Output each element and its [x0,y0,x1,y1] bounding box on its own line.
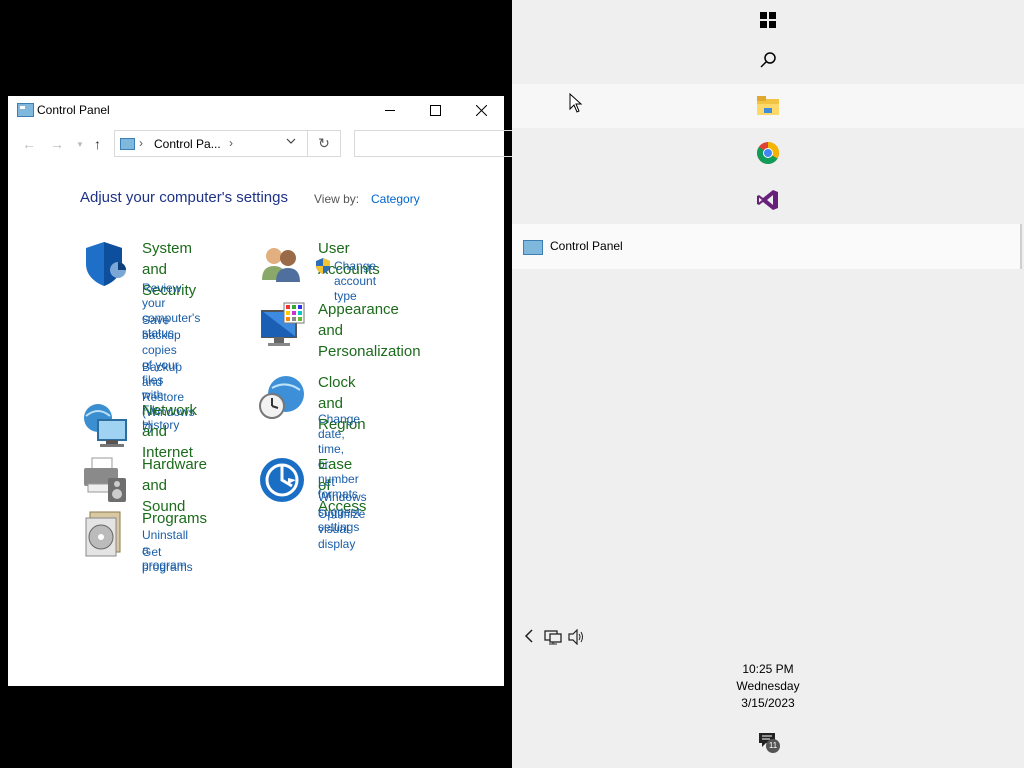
users-icon [262,248,300,282]
control-panel-icon [120,138,135,150]
programs-title[interactable]: Programs [142,508,207,529]
minimize-icon [384,109,395,111]
search-input[interactable] [354,130,514,157]
notification-count-badge: 11 [766,739,780,753]
breadcrumb-chevron-icon[interactable]: › [229,136,233,150]
view-by-dropdown[interactable]: Category [371,192,420,206]
clock-time[interactable]: 10:25 PM [708,662,828,676]
change-account-line1[interactable]: Change account [334,259,376,289]
hardware-title-line1[interactable]: Hardware and [142,454,207,496]
appearance-title-line1[interactable]: Appearance [318,299,421,320]
minimize-button[interactable] [367,96,413,124]
system-security-title-line1[interactable]: System and [142,238,196,280]
clock-title-line1[interactable]: Clock and [318,372,366,414]
appearance-title-line2[interactable]: and [318,320,421,341]
windows-start-icon[interactable] [756,8,780,32]
network-title-line1[interactable]: Network and [142,400,197,442]
up-arrow-icon[interactable]: ↑ [94,136,101,152]
close-button[interactable] [458,96,504,124]
change-date-line1[interactable]: Change date, time, [318,412,360,457]
clock-day[interactable]: Wednesday [708,679,828,693]
visual-studio-icon[interactable] [756,188,780,212]
ease-of-access-icon [260,458,304,502]
programs-link[interactable]: Programs [142,508,207,529]
printer-icon [84,457,126,502]
view-by-label: View by: [314,192,360,206]
navigation-bar: ← → ▼ ↑ › Control Pa... › ↻ [8,129,514,159]
control-panel-window: Control Panel ← → ▼ ↑ › Control Pa... › … [8,96,514,686]
get-programs-link[interactable]: Get programs [142,545,193,575]
optimize-display-link[interactable]: Optimize visual display [318,507,365,552]
network-globe-icon [84,404,127,447]
volume-icon[interactable] [568,628,586,648]
clock-globe-icon [259,376,304,419]
window-title: Control Panel [37,103,110,117]
file-explorer-icon[interactable] [756,94,780,118]
title-bar[interactable]: Control Panel [8,96,504,124]
network-icon[interactable] [544,629,562,648]
search-icon[interactable] [756,48,780,72]
change-account-type-link[interactable]: Change account type [334,259,376,304]
taskbar-panel: Control Panel 10:25 PM Wednesday 3/15/20… [512,0,1024,768]
notifications-button[interactable]: 11 [758,730,784,754]
backup-restore-line1[interactable]: Backup and Restore [142,360,195,405]
appearance-link[interactable]: Appearance and Personalization [318,299,421,362]
mouse-cursor-icon [569,93,583,113]
optimize-line2[interactable]: display [318,537,365,552]
appearance-monitor-icon [261,302,305,346]
programs-disc-icon [85,511,121,557]
appearance-title-line3[interactable]: Personalization [318,341,421,362]
control-panel-icon [523,240,543,255]
let-windows-line1[interactable]: Let Windows [318,475,367,505]
optimize-line1[interactable]: Optimize visual [318,507,365,537]
uac-shield-icon [316,258,330,274]
back-arrow-icon[interactable]: ← [22,136,36,152]
forward-arrow-icon[interactable]: → [50,136,64,152]
chrome-icon[interactable] [756,141,780,165]
file-history-line1[interactable]: Save backup copies [142,313,181,358]
maximize-button[interactable] [412,96,458,124]
page-title: Adjust your computer's settings [80,189,288,206]
close-icon [475,104,487,116]
address-bar[interactable]: › Control Pa... › [114,130,308,157]
clock-date[interactable]: 3/15/2023 [708,696,828,710]
breadcrumb-control-panel[interactable]: Control Pa... [154,137,221,151]
maximize-icon [429,104,441,116]
review-status-line1[interactable]: Review your [142,281,200,311]
taskbar-item-label: Control Panel [550,239,623,253]
scrollbar[interactable] [1020,224,1022,269]
refresh-button[interactable]: ↻ [308,130,341,157]
breadcrumb-chevron-icon[interactable]: › [139,136,143,150]
shield-icon [86,242,126,286]
chevron-down-icon[interactable] [286,136,296,149]
recent-locations-chevron-icon[interactable]: ▼ [76,140,84,149]
chevron-left-icon[interactable] [524,629,534,646]
control-panel-icon [17,103,34,117]
taskbar-item-control-panel[interactable]: Control Panel [512,224,1022,269]
